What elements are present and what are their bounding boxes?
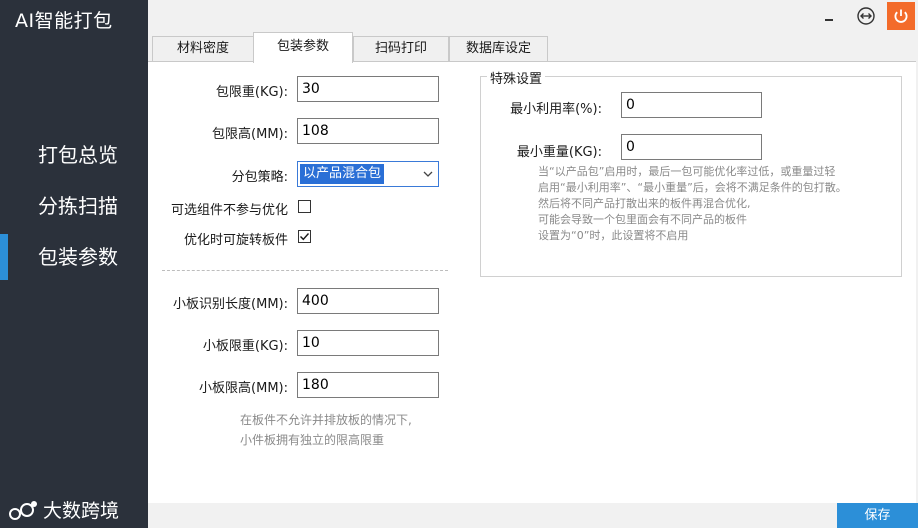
brand-logo: 大数跨境 — [8, 496, 119, 523]
minimize-button[interactable] — [817, 4, 841, 28]
tab-packaging-params[interactable]: 包装参数 — [253, 32, 353, 63]
min-weight-input[interactable] — [621, 134, 762, 160]
section-divider — [162, 270, 448, 271]
footer-bar — [148, 503, 918, 528]
special-hint-line: 然后将不同产品打散出来的板件再混合优化, — [538, 197, 751, 210]
min-weight-label: 最小重量(KG): — [516, 145, 602, 160]
tab-bar: 材料密度 包装参数 扫码打印 数据库设定 — [148, 32, 918, 63]
special-settings-title: 特殊设置 — [487, 68, 546, 87]
main-area: 材料密度 包装参数 扫码打印 数据库设定 包限重(KG): 包限高(MM): 分… — [148, 0, 918, 528]
small-board-hint-line: 小件板拥有独立的限高限重 — [240, 433, 385, 447]
power-icon — [894, 9, 908, 23]
resize-icon — [857, 7, 875, 25]
resize-button[interactable] — [854, 4, 878, 28]
small-board-hint: 在板件不允许并排放板的情况下, 小件板拥有独立的限高限重 — [240, 410, 412, 450]
optional-parts-label: 可选组件不参与优化 — [170, 203, 288, 218]
rotate-boards-label: 优化时可旋转板件 — [183, 233, 288, 248]
tab-database-settings[interactable]: 数据库设定 — [449, 36, 548, 62]
small-board-height-label: 小板限高(MM): — [199, 381, 288, 396]
checkmark-icon — [300, 233, 310, 241]
packaging-params-panel: 包限重(KG): 包限高(MM): 分包策略: 以产品混合包 可选组件不参与优化… — [148, 62, 916, 503]
tab-scan-print[interactable]: 扫码打印 — [353, 36, 449, 62]
special-settings-hint: 当“以产品包”启用时，最后一包可能优化率过低，或重量过轻 启用“最小利用率”、“… — [538, 164, 847, 244]
optional-parts-checkbox[interactable] — [298, 200, 311, 213]
strategy-label: 分包策略: — [231, 170, 288, 185]
weight-limit-input[interactable] — [297, 76, 439, 102]
min-utilization-input[interactable] — [621, 92, 762, 118]
app-title: AI智能打包 — [15, 10, 113, 32]
small-board-height-input[interactable] — [297, 372, 439, 398]
sidebar-item-packaging-params[interactable]: 包装参数 — [0, 234, 148, 280]
small-board-length-input[interactable] — [297, 288, 439, 314]
brand-name: 大数跨境 — [43, 500, 120, 522]
small-board-length-label: 小板识别长度(MM): — [173, 297, 288, 312]
strategy-select[interactable]: 以产品混合包 — [297, 161, 439, 187]
sidebar: AI智能打包 打包总览 分拣扫描 包装参数 大数跨境 — [0, 0, 148, 528]
chevron-down-icon — [423, 171, 433, 177]
power-button[interactable] — [887, 2, 915, 30]
special-hint-line: 设置为“0”时，此设置将不启用 — [538, 229, 689, 242]
minimize-icon — [825, 19, 833, 21]
special-hint-line: 当“以产品包”启用时，最后一包可能优化率过低，或重量过轻 — [538, 165, 836, 178]
rotate-boards-checkbox[interactable] — [298, 230, 311, 243]
tab-material-density[interactable]: 材料密度 — [152, 36, 254, 62]
sidebar-item-overview[interactable]: 打包总览 — [0, 132, 148, 178]
min-utilization-label: 最小利用率(%): — [510, 102, 602, 117]
sidebar-item-scan[interactable]: 分拣扫描 — [0, 183, 148, 229]
weight-limit-label: 包限重(KG): — [215, 85, 288, 100]
save-button[interactable]: 保存 — [837, 503, 918, 528]
small-board-weight-label: 小板限重(KG): — [202, 339, 288, 354]
small-board-hint-line: 在板件不允许并排放板的情况下, — [240, 413, 412, 427]
small-board-weight-input[interactable] — [297, 330, 439, 356]
special-hint-line: 可能会导致一个包里面会有不同产品的板件 — [538, 213, 747, 226]
height-limit-label: 包限高(MM): — [212, 127, 288, 142]
special-hint-line: 启用“最小利用率”、“最小重量”后，会将不满足条件的包打散。 — [538, 181, 847, 194]
brand-mark-icon — [9, 500, 37, 520]
strategy-selected-value: 以产品混合包 — [300, 164, 385, 184]
height-limit-input[interactable] — [297, 118, 439, 144]
